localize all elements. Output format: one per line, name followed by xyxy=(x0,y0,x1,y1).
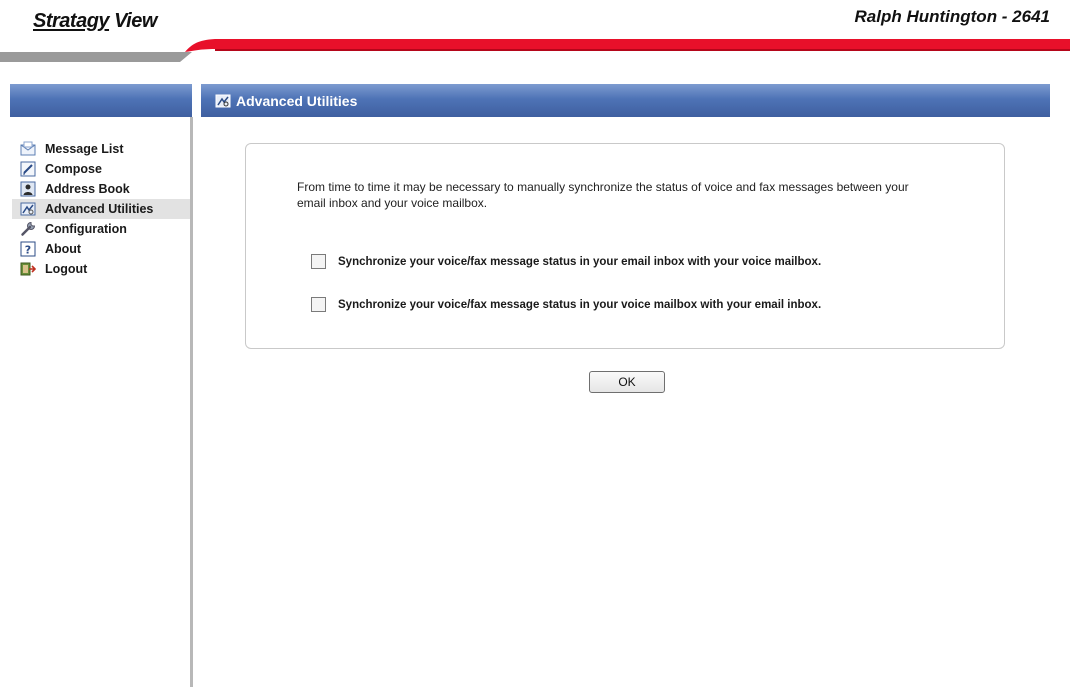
sidebar-item-label: Logout xyxy=(45,262,88,276)
sync-options-panel: From time to time it may be necessary to… xyxy=(245,143,1005,349)
wrench-icon xyxy=(20,221,36,237)
sidebar-item-advanced-utilities[interactable]: Advanced Utilities xyxy=(12,199,190,219)
logo-brand: Stratagy xyxy=(33,10,110,32)
utilities-icon xyxy=(20,201,36,217)
sidebar-item-logout[interactable]: Logout xyxy=(12,259,190,279)
help-icon: ? xyxy=(20,241,36,257)
sidebar-item-about[interactable]: ? About xyxy=(12,239,190,259)
sidebar-item-label: Compose xyxy=(45,162,102,176)
page-title: Advanced Utilities xyxy=(236,92,358,109)
sidebar-item-message-list[interactable]: Message List xyxy=(12,139,190,159)
compose-icon xyxy=(20,161,36,177)
app-logo: Stratagy View xyxy=(33,10,157,33)
page-title-bar: Advanced Utilities xyxy=(201,84,1050,117)
sidebar-item-label: Configuration xyxy=(45,222,127,236)
sidebar-item-compose[interactable]: Compose xyxy=(12,159,190,179)
sidebar-item-label: About xyxy=(45,242,82,256)
sync-mailbox-label: Synchronize your voice/fax message statu… xyxy=(338,298,822,311)
sidebar-item-label: Advanced Utilities xyxy=(45,202,154,216)
header-swoosh xyxy=(0,39,1070,62)
user-label: Ralph Huntington - 2641 xyxy=(854,7,1051,26)
sidebar-header xyxy=(10,84,192,117)
ok-button[interactable]: OK xyxy=(589,371,665,393)
sidebar-item-address-book[interactable]: Address Book xyxy=(12,179,190,199)
sync-inbox-checkbox[interactable] xyxy=(311,254,326,269)
envelope-icon xyxy=(20,141,36,157)
sidebar-item-label: Address Book xyxy=(45,182,130,196)
description-text: From time to time it may be necessary to… xyxy=(297,180,909,210)
svg-text:?: ? xyxy=(25,244,31,257)
sync-mailbox-checkbox[interactable] xyxy=(311,297,326,312)
sidebar-divider xyxy=(190,117,193,687)
logout-icon xyxy=(20,261,36,277)
address-book-icon xyxy=(20,181,36,197)
sync-inbox-label: Synchronize your voice/fax message statu… xyxy=(338,255,822,268)
sidebar-item-label: Message List xyxy=(45,142,124,156)
sidebar-nav: Message List Compose Address Book Advanc… xyxy=(12,139,190,279)
logo-suffix: View xyxy=(109,10,157,32)
sync-mailbox-with-inbox-option[interactable]: Synchronize your voice/fax message statu… xyxy=(311,297,821,312)
sidebar-item-configuration[interactable]: Configuration xyxy=(12,219,190,239)
utilities-icon xyxy=(215,93,231,109)
sync-inbox-with-mailbox-option[interactable]: Synchronize your voice/fax message statu… xyxy=(311,254,821,269)
